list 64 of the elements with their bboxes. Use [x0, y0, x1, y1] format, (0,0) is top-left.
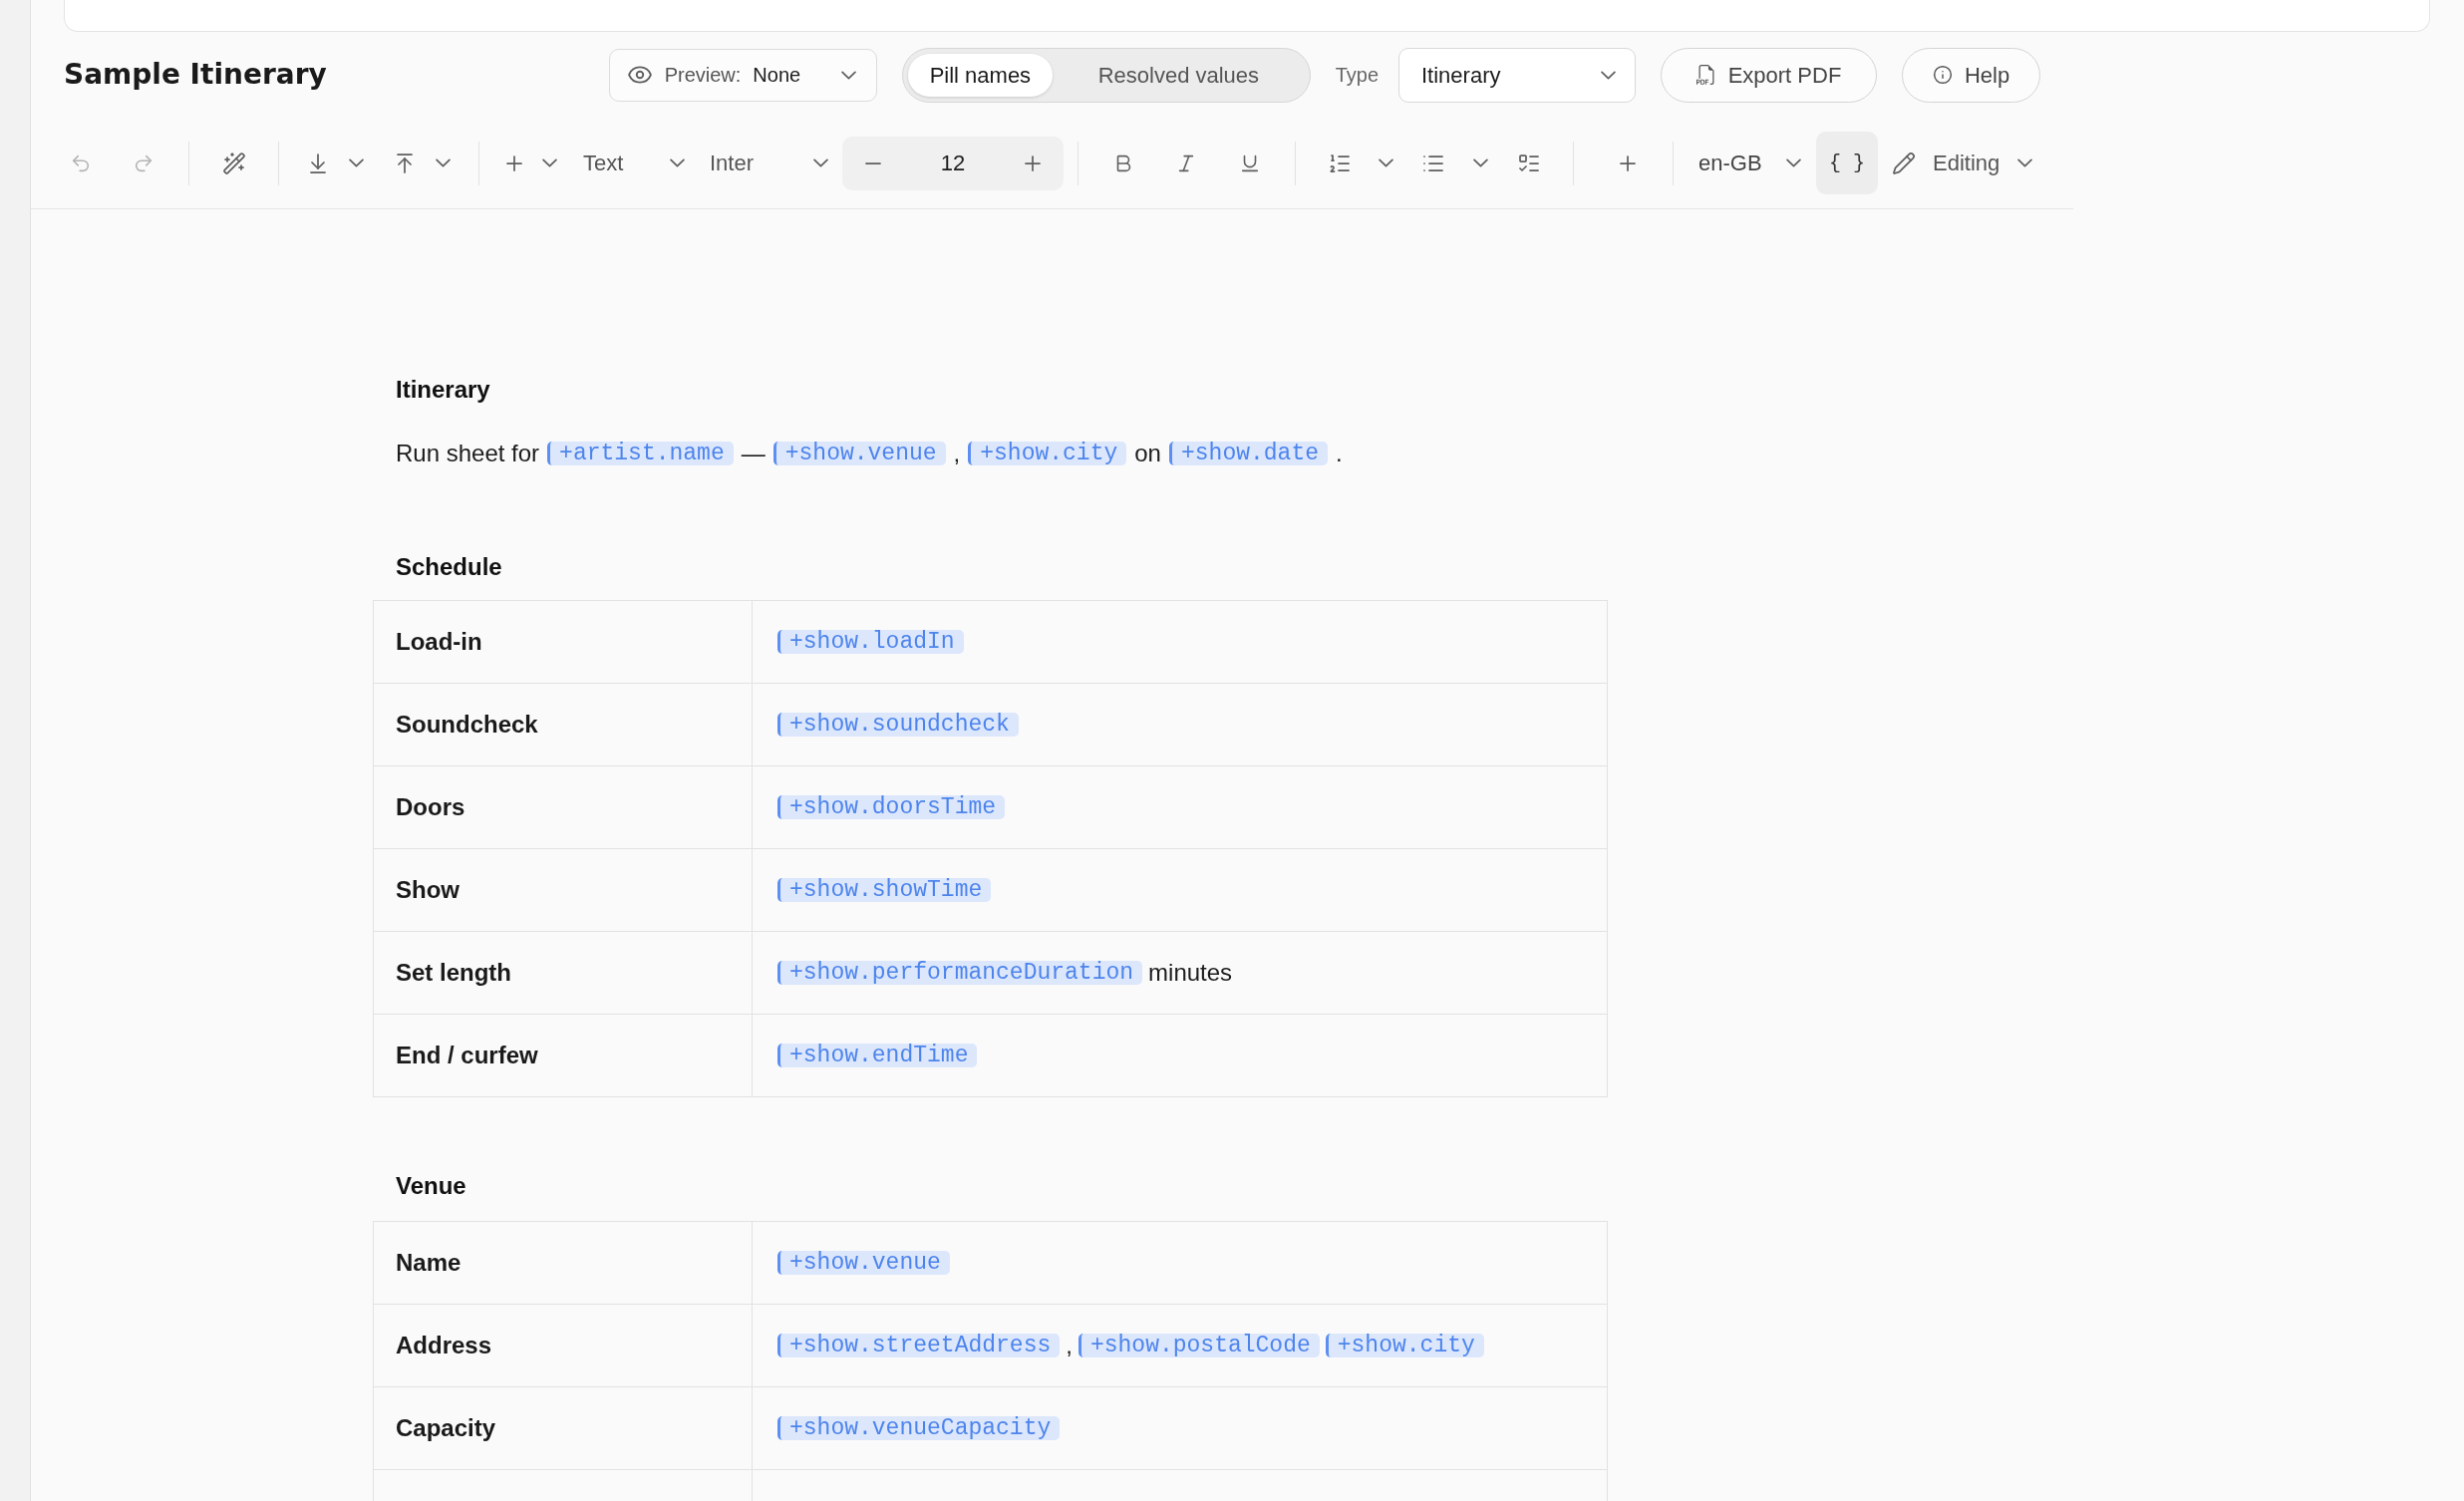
- pencil-icon: [1892, 150, 1916, 175]
- help-button[interactable]: Help: [1902, 47, 2040, 103]
- table-cell: Set length: [374, 932, 753, 1014]
- variable-pill: +show.postalCode: [1078, 1334, 1320, 1357]
- variable-pill: +show.doorsTime: [777, 795, 1006, 819]
- chevron-down-icon: [1601, 70, 1616, 80]
- info-icon: [1932, 65, 1953, 85]
- variable-pill: +artist.name: [547, 442, 734, 465]
- table-cell: Address: [374, 1305, 753, 1386]
- variable-pill: +show.endTime: [777, 1044, 978, 1067]
- minus-icon: [864, 161, 882, 164]
- block-style-dropdown[interactable]: Text: [576, 143, 692, 183]
- export-pdf-button[interactable]: Export PDF: [1661, 47, 1877, 103]
- sentence-text: —: [741, 439, 766, 468]
- variable-pill: +show.city: [968, 442, 1127, 465]
- variable-pill: +show.showTime: [777, 878, 992, 902]
- variable-pill: +show.soundcheck: [777, 713, 1019, 737]
- variable-pill: +show.date: [1168, 442, 1328, 465]
- magic-wand-icon: [222, 150, 246, 175]
- cell-text: minutes: [1148, 958, 1233, 988]
- section-heading: Itinerary: [396, 375, 490, 405]
- table-cell: Capacity: [374, 1387, 753, 1469]
- section-heading: Schedule: [396, 552, 502, 582]
- variable-pill: +show.venue: [772, 442, 946, 465]
- variable-pill: +show.venueCapacity: [777, 1416, 1061, 1440]
- table-cell: Load-in: [374, 601, 753, 683]
- chevron-down-icon: [349, 158, 364, 167]
- font-family-dropdown[interactable]: Inter: [703, 143, 835, 183]
- section-heading: Venue: [396, 1171, 466, 1201]
- table-cell: Show: [374, 849, 753, 931]
- variable-pill: +show.streetAddress: [777, 1334, 1061, 1357]
- sentence-text: ,: [953, 439, 961, 468]
- table-cell: End / curfew: [374, 1015, 753, 1096]
- table-cell: Soundcheck: [374, 684, 753, 765]
- table-cell: Name: [374, 1222, 753, 1304]
- chevron-down-icon: [1379, 158, 1393, 167]
- chevron-down-icon: [2017, 158, 2033, 167]
- preview-dropdown[interactable]: Preview: None: [608, 48, 877, 102]
- type-dropdown[interactable]: Itinerary: [1398, 47, 1636, 103]
- chevron-down-icon: [840, 70, 856, 80]
- chevron-down-icon: [436, 158, 451, 167]
- pdf-file-icon: [1695, 65, 1716, 85]
- table-cell: Doors: [374, 766, 753, 848]
- variable-pill: +show.city: [1325, 1334, 1484, 1357]
- mode-dropdown[interactable]: Editing: [1885, 143, 2040, 183]
- cell-text: ,: [1066, 1331, 1073, 1360]
- chevron-down-icon: [542, 158, 557, 167]
- sentence-text: on: [1134, 439, 1161, 468]
- view-mode-tab[interactable]: Pill names: [907, 53, 1054, 97]
- chevron-down-icon: [813, 158, 828, 167]
- variable-pill: +show.venue: [777, 1251, 950, 1275]
- chevron-down-icon: [670, 158, 685, 167]
- variable-pill: +show.performanceDuration: [777, 961, 1143, 985]
- sentence-text: Run sheet for: [396, 439, 540, 468]
- language-dropdown[interactable]: en-GB: [1692, 143, 1808, 183]
- sentence-text: .: [1336, 439, 1343, 468]
- chevron-down-icon: [1473, 158, 1488, 167]
- type-label: Type: [1335, 63, 1379, 88]
- document-title: Sample Itinerary: [64, 57, 327, 93]
- variables-toggle[interactable]: { }: [1816, 132, 1878, 194]
- font-size-field[interactable]: 12: [921, 147, 985, 179]
- chevron-down-icon: [1786, 158, 1801, 167]
- view-mode-tab[interactable]: Resolved values: [1053, 53, 1305, 97]
- variable-pill: +show.loadIn: [777, 630, 964, 654]
